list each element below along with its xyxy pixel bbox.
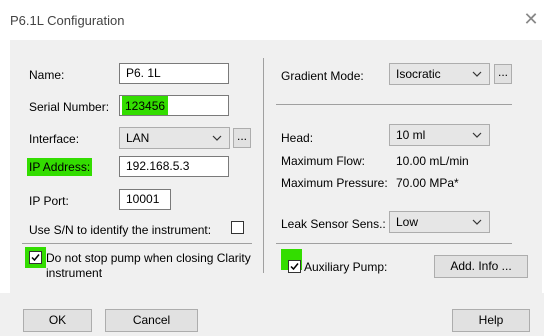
chevron-down-icon — [210, 130, 224, 146]
column-separator — [263, 58, 264, 273]
add-info-button[interactable]: Add. Info ... — [434, 255, 528, 278]
max-pressure-label: Maximum Pressure: — [281, 176, 388, 190]
configuration-dialog: P6.1L Configuration ✕ Name: P6. 1L Seria… — [0, 0, 544, 336]
divider — [22, 243, 252, 244]
max-pressure-value: 70.00 MPa* — [396, 176, 459, 190]
chevron-down-icon — [470, 214, 484, 230]
name-label: Name: — [29, 68, 65, 82]
interface-label: Interface: — [29, 132, 80, 146]
gradient-mode-select[interactable]: Isocratic — [389, 63, 490, 85]
window-title: P6.1L Configuration — [10, 13, 125, 28]
divider — [276, 104, 512, 105]
interface-select[interactable]: LAN — [119, 127, 230, 149]
checkmark-icon — [290, 263, 299, 271]
max-flow-label: Maximum Flow: — [281, 154, 366, 168]
checkmark-icon — [31, 254, 40, 262]
aux-pump-label: Auxiliary Pump: — [304, 260, 388, 274]
leak-sensor-select[interactable]: Low — [389, 211, 490, 233]
head-value: 10 ml — [396, 128, 426, 142]
dialog-body: Name: P6. 1L Serial Number: 123456 Inter… — [10, 40, 542, 293]
no-stop-label-line1: Do not stop pump when closing Clarity — [46, 251, 251, 265]
name-field[interactable]: P6. 1L — [119, 63, 229, 84]
gradient-mode-value: Isocratic — [396, 67, 441, 81]
ip-address-field[interactable]: 192.168.5.3 — [119, 156, 229, 177]
dialog-footer: OK Cancel Help — [0, 293, 544, 336]
close-icon[interactable]: ✕ — [520, 8, 542, 30]
ok-button[interactable]: OK — [23, 309, 92, 332]
use-sn-label: Use S/N to identify the instrument: — [29, 223, 212, 237]
divider — [276, 243, 512, 244]
gradient-mode-label: Gradient Mode: — [281, 69, 364, 83]
help-button[interactable]: Help — [452, 309, 530, 332]
serial-number-value: 123456 — [122, 96, 169, 115]
serial-number-field[interactable]: 123456 — [119, 95, 229, 116]
cancel-button[interactable]: Cancel — [105, 309, 198, 332]
head-select[interactable]: 10 ml — [389, 124, 490, 146]
use-sn-checkbox[interactable] — [231, 221, 244, 234]
gradient-more-button[interactable]: ... — [494, 64, 512, 84]
leak-sensor-value: Low — [396, 215, 419, 229]
no-stop-label-line2: instrument — [46, 266, 103, 280]
aux-pump-checkbox[interactable] — [288, 260, 301, 273]
interface-value: LAN — [126, 131, 150, 145]
no-stop-checkbox[interactable] — [29, 251, 42, 264]
chevron-down-icon — [470, 66, 484, 82]
ip-port-label: IP Port: — [29, 194, 69, 208]
interface-more-button[interactable]: ... — [233, 128, 251, 148]
ip-address-label: IP Address: — [27, 158, 93, 176]
leak-sensor-label: Leak Sensor Sens.: — [281, 217, 386, 231]
serial-number-label: Serial Number: — [29, 100, 110, 114]
title-bar: P6.1L Configuration ✕ — [0, 0, 544, 40]
max-flow-value: 10.00 mL/min — [396, 154, 469, 168]
ip-port-field[interactable]: 10001 — [119, 189, 171, 210]
head-label: Head: — [281, 131, 314, 145]
chevron-down-icon — [470, 127, 484, 143]
